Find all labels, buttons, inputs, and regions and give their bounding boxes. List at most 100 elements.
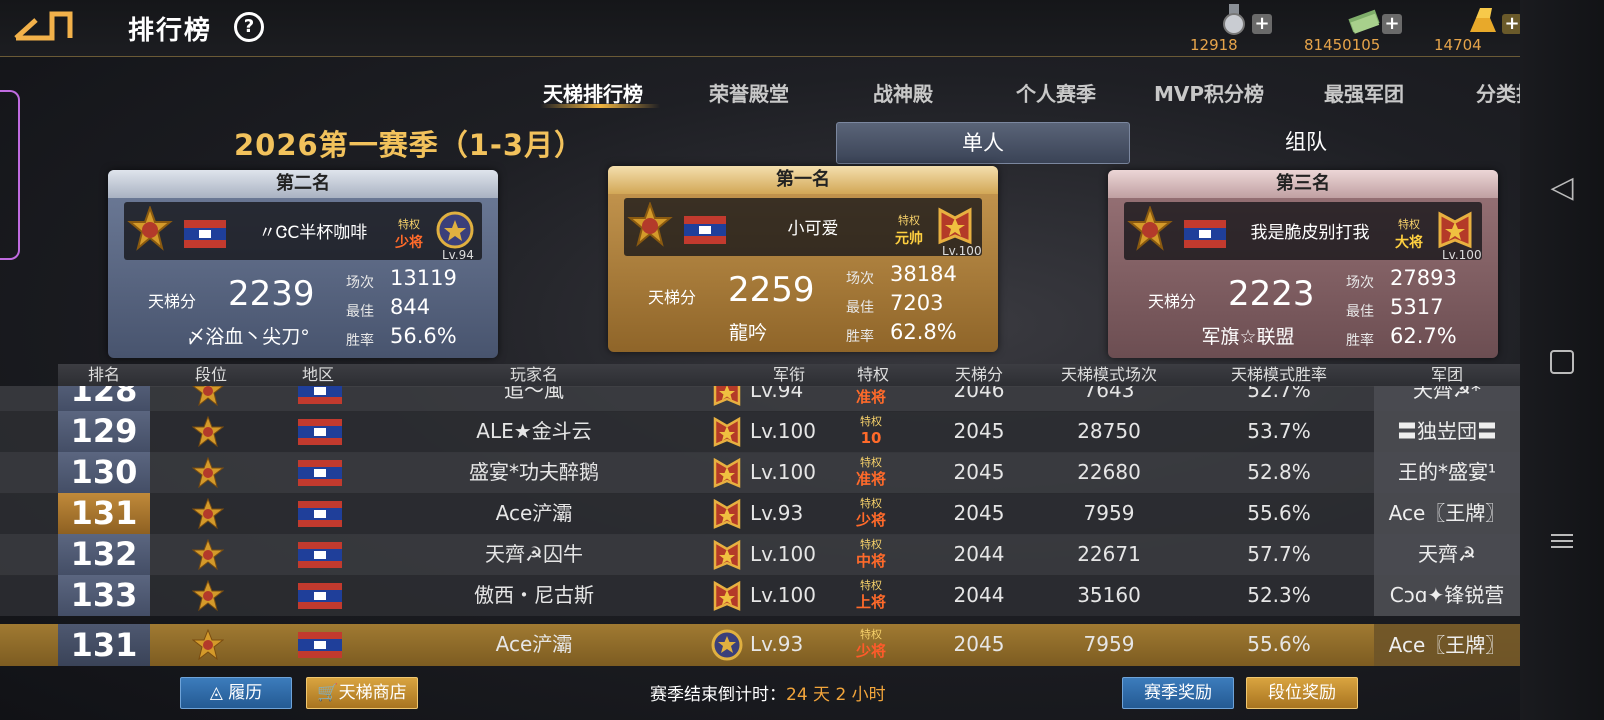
region-flag-icon <box>298 419 342 445</box>
add-medals-button[interactable]: + <box>1252 14 1272 34</box>
history-icon: ◬ <box>209 683 229 703</box>
team-mode-button[interactable]: 组队 <box>1160 122 1452 162</box>
privilege-badge: 特权准将 <box>855 456 886 488</box>
legion-name: 〓独岦団〓 <box>1374 411 1520 452</box>
region-flag-icon <box>298 583 342 609</box>
rank-medal-icon <box>1127 206 1173 251</box>
ladder-matches: 28750 <box>1077 419 1141 443</box>
military-rank-icon <box>713 416 741 447</box>
solo-mode-button[interactable]: 单人 <box>836 122 1130 164</box>
ladder-score: 2045 <box>953 632 1005 656</box>
military-rank-icon <box>713 457 741 488</box>
tier-medal-icon <box>192 416 224 448</box>
tab-war-god-hall[interactable]: 战神殿 <box>873 78 933 107</box>
tab-ladder-ranking[interactable]: 天梯排行榜 <box>543 78 643 107</box>
ladder-matches: 7643 <box>1083 386 1135 402</box>
ladder-shop-button[interactable]: 🛒天梯商店 <box>306 677 418 709</box>
ladder-winrate: 53.7% <box>1247 419 1311 443</box>
cash-value: 81450105 <box>1304 36 1381 54</box>
table-row[interactable]: 133 傲西・尼古斯 Lv.100 特权 上将 2044 35160 52.3% Cↄɑ✦锋锐营 <box>0 575 1520 616</box>
ladder-score: 2044 <box>953 542 1005 566</box>
table-row[interactable]: 130 盛宴*功夫醉鹅 Lv.100 特权 准将 2045 22680 52.8% 王的*盛宴¹ <box>0 452 1520 494</box>
nav-home-icon[interactable] <box>1520 350 1604 374</box>
ladder-matches: 22671 <box>1077 542 1141 566</box>
stat-value-winrate: 62.7% <box>1390 324 1457 348</box>
player-name: Ace浐灞 <box>495 501 573 525</box>
privilege-badge: 特权 元帅 <box>895 214 923 247</box>
ranking-table-body[interactable]: 128 追～風 Lv.94 特权准将 2046 7643 52.7% 天齊☭* 129 ALE★金… <box>0 386 1520 616</box>
table-row[interactable]: 129 ALE★金斗云 Lv.100 特权 10 2045 28750 53.7% 〓独岦団〓 <box>0 411 1520 453</box>
rank-medal-icon <box>627 202 673 247</box>
military-rank-icon <box>713 386 741 406</box>
tier-medal-icon <box>192 580 224 612</box>
player-name: Ace浐灞 <box>495 632 573 656</box>
legion-name: Ace〖王牌〗 <box>1374 624 1520 666</box>
ladder-score: 2046 <box>953 386 1005 402</box>
stat-value-matches: 27893 <box>1390 266 1457 290</box>
tab-strongest-legion[interactable]: 最强军团 <box>1324 78 1404 107</box>
player-level: Lv.93 <box>750 632 804 656</box>
my-ranking-row[interactable]: 131 Ace浐灞 Lv.93 特权 少将 2045 7959 55.6% Ac… <box>0 624 1520 666</box>
add-cash-button[interactable]: + <box>1382 14 1402 34</box>
add-gold-button[interactable]: + <box>1502 14 1522 34</box>
player-legion: 龍吟 <box>728 322 767 344</box>
stat-label-best: 最佳 <box>1346 304 1374 320</box>
stat-value-best: 844 <box>390 295 431 319</box>
system-nav-bar: ◁ <box>1520 0 1604 720</box>
player-legion: 军旗☆联盟 <box>1201 326 1295 348</box>
player-level: Lv.94 <box>442 248 474 262</box>
ladder-score-label: 天梯分 <box>1148 292 1197 311</box>
player-name: 天齊☭囚牛 <box>485 542 583 566</box>
tier-medal-icon <box>192 386 224 407</box>
ladder-score: 2044 <box>953 583 1005 607</box>
help-icon[interactable]: ? <box>234 12 264 42</box>
player-name: ALE★金斗云 <box>476 419 592 443</box>
season-countdown: 赛季结束倒计时：24 天 2 小时 <box>650 685 886 705</box>
tab-personal-season[interactable]: 个人赛季 <box>1016 78 1096 107</box>
col-privilege: 特权 <box>856 365 889 384</box>
legion-name: 天齊☭* <box>1374 386 1520 411</box>
ladder-matches: 22680 <box>1077 460 1141 484</box>
ladder-score-label: 天梯分 <box>648 288 697 307</box>
ladder-winrate: 52.3% <box>1247 583 1311 607</box>
nav-back-icon[interactable]: ◁ <box>1520 170 1604 205</box>
season-reward-button[interactable]: 赛季奖励 <box>1122 677 1234 709</box>
military-rank-icon <box>713 498 741 529</box>
back-arrow-icon[interactable] <box>12 10 74 42</box>
tier-reward-button[interactable]: 段位奖励 <box>1246 677 1358 709</box>
podium-second-card[interactable]: 第二名 〃ᏣC半杯咖啡 特权 少将 Lv.94 天梯分 2239 〆浴血丶尖刀°… <box>108 170 498 358</box>
tab-mvp-points[interactable]: MVP积分榜 <box>1154 78 1264 107</box>
privilege-badge: 特权 少将 <box>395 218 423 251</box>
podium-first-card[interactable]: 第一名 小可爱 特权 元帅 Lv.100 天梯分 2259 龍吟 场次 3818… <box>608 166 998 352</box>
stat-label-matches: 场次 <box>346 275 374 291</box>
military-rank-icon <box>938 207 972 245</box>
military-rank-icon <box>1438 211 1472 249</box>
history-button[interactable]: ◬ 履历 <box>180 677 292 709</box>
stat-label-winrate: 胜率 <box>846 329 874 345</box>
podium-header: 第一名 <box>608 166 998 194</box>
rank-number: 132 <box>58 534 150 575</box>
player-name: 追～風 <box>504 386 564 402</box>
region-flag-icon <box>298 386 342 404</box>
privilege-badge: 特权 上将 <box>855 579 886 611</box>
side-drawer-handle[interactable] <box>0 90 20 260</box>
col-legion: 军团 <box>1430 365 1463 384</box>
player-name: 小可爱 <box>787 219 839 239</box>
legion-name: 王的*盛宴¹ <box>1374 452 1520 493</box>
tab-hall-of-honor[interactable]: 荣誉殿堂 <box>709 78 789 107</box>
table-row[interactable]: 132 天齊☭囚牛 Lv.100 特权 中将 2044 22671 57.7% 天齊☭ <box>0 534 1520 576</box>
nav-menu-icon[interactable] <box>1520 530 1604 552</box>
podium-third-card[interactable]: 第三名 我是脆皮别打我 特权 大将 Lv.100 天梯分 2223 军旗☆联盟 … <box>1108 170 1498 358</box>
table-row[interactable]: 128 追～風 Lv.94 特权准将 2046 7643 52.7% 天齊☭* <box>0 386 1520 412</box>
tier-medal-icon <box>192 498 224 530</box>
rank-number: 131 <box>58 493 150 534</box>
ladder-score: 2045 <box>953 460 1005 484</box>
stat-label-matches: 场次 <box>1346 275 1374 291</box>
table-row[interactable]: 131 Ace浐灞 Lv.93 特权 少将 2045 7959 55.6% Ace〖王牌〗 <box>0 493 1520 535</box>
player-level: Lv.100 <box>1442 248 1482 262</box>
region-flag-icon <box>298 501 342 527</box>
military-rank-icon <box>713 580 741 611</box>
region-flag-icon <box>298 632 342 658</box>
stat-label-best: 最佳 <box>846 300 874 316</box>
ladder-score: 2239 <box>228 274 315 314</box>
